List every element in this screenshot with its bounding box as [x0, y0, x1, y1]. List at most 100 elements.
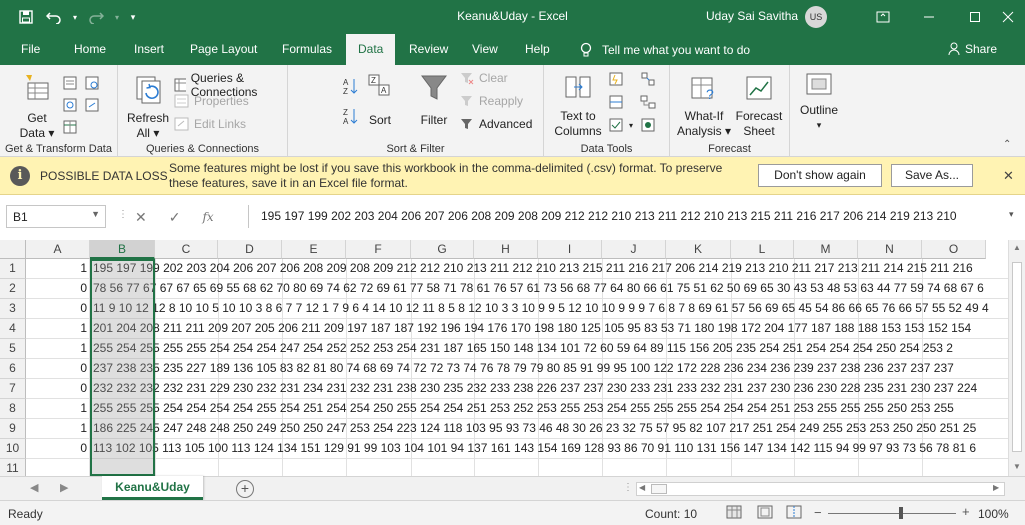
infobar-close-icon[interactable]: ✕	[1003, 168, 1014, 184]
ribbon-display-options-icon[interactable]	[860, 0, 906, 34]
sheet-tab-keanu-uday[interactable]: Keanu&Uday	[102, 476, 203, 500]
vertical-scroll-thumb[interactable]	[1012, 262, 1022, 452]
properties-button[interactable]: Properties	[174, 94, 249, 108]
cell-b[interactable]: 201 204 208 211 211 209 207 205 206 211 …	[90, 319, 1008, 339]
data-validation-icon[interactable]: ▾	[608, 117, 633, 133]
row-header[interactable]: 7	[0, 379, 26, 399]
tab-view[interactable]: View	[472, 42, 498, 56]
remove-duplicates-icon[interactable]	[608, 94, 624, 110]
tab-page-layout[interactable]: Page Layout	[190, 42, 257, 56]
cell-a[interactable]: 1	[26, 339, 90, 359]
clear-button[interactable]: Clear	[460, 71, 508, 85]
horizontal-scrollbar[interactable]: ◀ ▶	[636, 482, 1005, 496]
column-header-c[interactable]: C	[155, 240, 218, 259]
cell-a[interactable]: 1	[26, 259, 90, 279]
scroll-up-icon[interactable]: ▲	[1013, 243, 1021, 252]
tab-home[interactable]: Home	[74, 42, 106, 56]
from-table-icon[interactable]	[62, 119, 78, 135]
recent-sources-icon[interactable]	[84, 75, 100, 91]
row-header[interactable]: 1	[0, 259, 26, 279]
zoom-slider[interactable]	[828, 513, 956, 514]
refresh-all-button[interactable]: Refresh All ▾	[124, 73, 172, 141]
page-break-view-icon[interactable]	[786, 505, 802, 519]
relationships-icon[interactable]	[640, 94, 656, 110]
zoom-out-icon[interactable]: −	[814, 505, 822, 520]
row-header[interactable]: 11	[0, 459, 26, 476]
zoom-in-icon[interactable]: +	[962, 504, 970, 519]
enter-icon[interactable]: ✓	[169, 209, 181, 226]
cell-b[interactable]: 195 197 199 202 203 204 206 207 206 208 …	[90, 259, 1008, 279]
column-header-e[interactable]: E	[282, 240, 346, 259]
column-header-o[interactable]: O	[922, 240, 986, 259]
tab-help[interactable]: Help	[525, 42, 550, 56]
row-header[interactable]: 3	[0, 299, 26, 319]
row-header[interactable]: 9	[0, 419, 26, 439]
advanced-button[interactable]: Advanced	[460, 117, 532, 131]
row-header[interactable]: 5	[0, 339, 26, 359]
consolidate-icon[interactable]	[640, 71, 656, 87]
column-header-m[interactable]: M	[794, 240, 858, 259]
cell-b[interactable]: 255 254 255 255 255 254 254 254 247 254 …	[90, 339, 1008, 359]
tab-split-grip-icon[interactable]: ⋮	[623, 482, 633, 493]
get-data-button[interactable]: Get Data ▾	[14, 73, 60, 141]
from-web-icon[interactable]	[62, 97, 78, 113]
save-as-button[interactable]: Save As...	[891, 164, 973, 187]
tab-review[interactable]: Review	[409, 42, 448, 56]
formula-input[interactable]: 195 197 199 202 203 204 206 207 206 208 …	[248, 205, 1005, 228]
outline-button[interactable]: Outline ▾	[796, 71, 842, 133]
row-header[interactable]: 10	[0, 439, 26, 459]
select-all-corner[interactable]	[0, 240, 26, 259]
row-header[interactable]: 4	[0, 319, 26, 339]
dont-show-again-button[interactable]: Don't show again	[758, 164, 882, 187]
cell-a[interactable]: 0	[26, 359, 90, 379]
user-name[interactable]: Uday Sai Savitha	[706, 9, 798, 23]
expand-formula-bar-icon[interactable]: ▾	[1009, 209, 1014, 220]
edit-links-button[interactable]: Edit Links	[174, 117, 246, 131]
spreadsheet-grid[interactable]: A B C D E F G H I J K L M N O 1 1 195 197 199 202 203 204…	[0, 240, 1025, 476]
cell-b[interactable]: 113 102 105 113 105 100 113 124 134 151 …	[90, 439, 1008, 459]
add-sheet-icon[interactable]: +	[236, 480, 254, 498]
cancel-icon[interactable]: ✕	[135, 209, 147, 226]
data-model-icon[interactable]	[640, 117, 656, 133]
collapse-ribbon-icon[interactable]: ⌃	[1003, 139, 1011, 150]
column-header-b[interactable]: B	[90, 240, 155, 259]
cell-a[interactable]: 0	[26, 279, 90, 299]
column-header-g[interactable]: G	[411, 240, 474, 259]
cell-a[interactable]: 1	[26, 419, 90, 439]
text-to-columns-button[interactable]: Text to Columns	[552, 73, 604, 139]
tell-me-box[interactable]: Tell me what you want to do	[580, 42, 750, 58]
zoom-level[interactable]: 100%	[978, 507, 1009, 521]
column-header-h[interactable]: H	[474, 240, 538, 259]
next-sheet-icon[interactable]: ▶	[60, 481, 68, 494]
column-header-a[interactable]: A	[26, 240, 90, 259]
flash-fill-icon[interactable]	[608, 71, 624, 87]
cell-a[interactable]: 0	[26, 299, 90, 319]
sort-az-icon[interactable]: AZ	[342, 77, 358, 95]
cell-a[interactable]: 0	[26, 379, 90, 399]
prev-sheet-icon[interactable]: ◀	[30, 481, 38, 494]
column-header-k[interactable]: K	[666, 240, 731, 259]
row-header[interactable]: 6	[0, 359, 26, 379]
from-text-icon[interactable]	[62, 75, 78, 91]
cell-b[interactable]: 237 238 235 235 227 189 136 105 83 82 81…	[90, 359, 1008, 379]
what-if-analysis-button[interactable]: ? What-If Analysis ▾	[676, 73, 732, 139]
status-count[interactable]: Count: 10	[645, 507, 697, 521]
column-header-n[interactable]: N	[858, 240, 922, 259]
horizontal-scroll-thumb[interactable]	[651, 484, 667, 494]
share-button[interactable]: Share	[948, 42, 997, 56]
cell-a[interactable]: 0	[26, 439, 90, 459]
column-header-l[interactable]: L	[731, 240, 794, 259]
cell-b[interactable]: 186 225 245 247 248 248 250 249 250 250 …	[90, 419, 1008, 439]
row-header[interactable]: 8	[0, 399, 26, 419]
cell-a[interactable]: 1	[26, 319, 90, 339]
scroll-right-icon[interactable]: ▶	[993, 483, 999, 492]
zoom-slider-knob[interactable]	[899, 507, 903, 519]
tab-insert[interactable]: Insert	[134, 42, 164, 56]
column-header-f[interactable]: F	[346, 240, 411, 259]
scroll-down-icon[interactable]: ▼	[1013, 462, 1021, 471]
normal-view-icon[interactable]	[726, 505, 742, 519]
row-header[interactable]: 2	[0, 279, 26, 299]
tab-file[interactable]: File	[21, 42, 40, 56]
vertical-scrollbar[interactable]: ▲ ▼	[1008, 240, 1025, 476]
page-layout-view-icon[interactable]	[757, 505, 773, 519]
